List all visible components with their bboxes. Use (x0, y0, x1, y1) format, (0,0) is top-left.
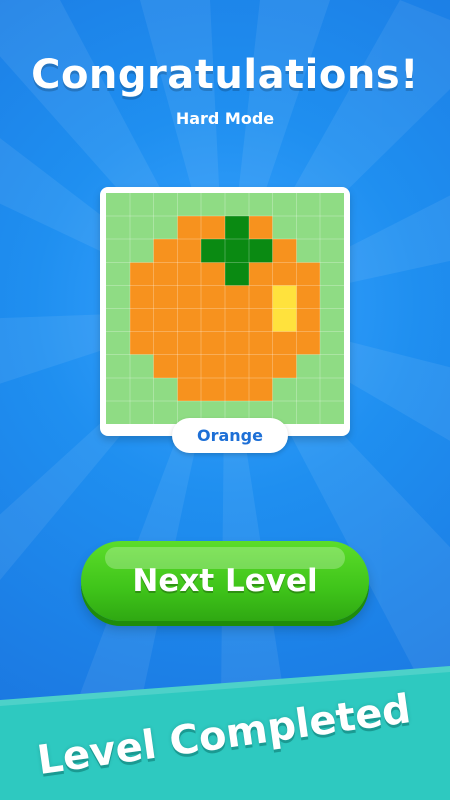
congratulations-title: Congratulations! (31, 52, 419, 98)
next-level-button[interactable]: Next Level (81, 541, 369, 621)
puzzle-image-card (100, 187, 350, 436)
pixel-art-orange (106, 193, 344, 424)
puzzle-name-label: Orange (172, 418, 288, 453)
difficulty-subtitle: Hard Mode (175, 109, 275, 128)
